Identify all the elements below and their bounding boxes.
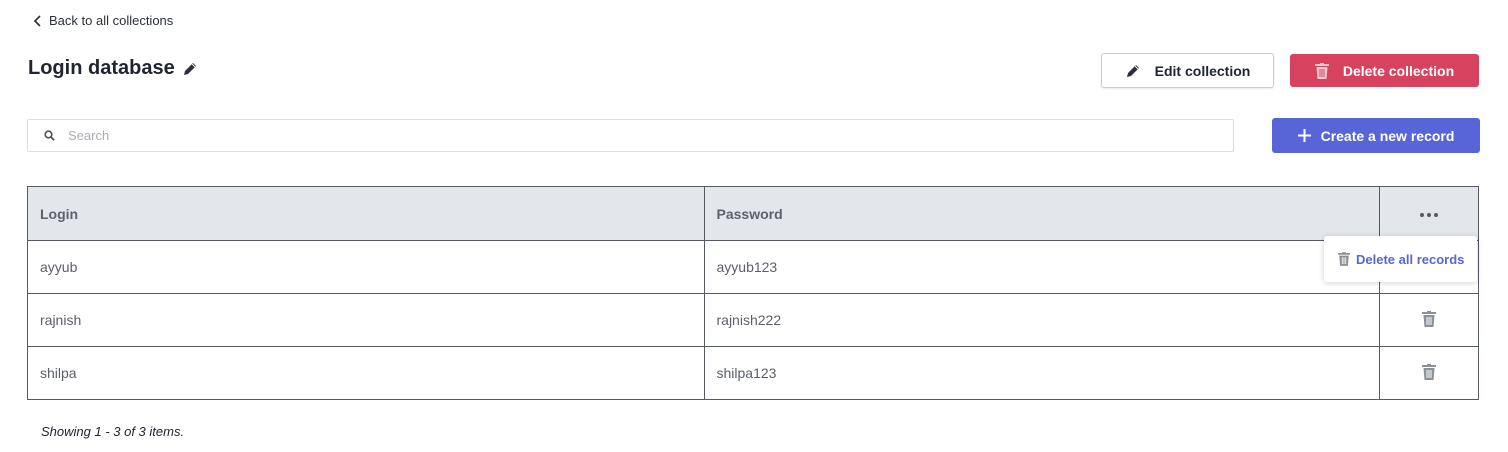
records-table: Login Password ayyub ayyub123 rajnish ra…	[27, 186, 1479, 400]
back-link-label: Back to all collections	[49, 13, 174, 28]
table-row[interactable]: ayyub ayyub123	[27, 240, 1479, 294]
delete-collection-button[interactable]: Delete collection	[1290, 54, 1479, 87]
cell-password: rajnish222	[703, 293, 1381, 347]
plus-icon	[1297, 129, 1311, 142]
cell-actions	[1379, 346, 1479, 400]
title-row: Login database	[28, 57, 198, 80]
cell-login: shilpa	[27, 346, 705, 400]
delete-collection-label: Delete collection	[1342, 62, 1455, 79]
trash-icon	[1314, 62, 1329, 79]
search-input[interactable]	[68, 120, 1233, 151]
pagination-status: Showing 1 - 3 of 3 items.	[41, 424, 185, 439]
search-icon	[44, 130, 55, 141]
chevron-left-icon	[33, 14, 41, 27]
trash-icon	[1338, 252, 1350, 266]
trash-icon[interactable]	[1422, 310, 1437, 327]
edit-collection-label: Edit collection	[1154, 62, 1251, 79]
page-title: Login database	[28, 57, 175, 79]
cell-password: shilpa123	[703, 346, 1381, 400]
cell-login: ayyub	[27, 240, 705, 294]
table-row[interactable]: shilpa shilpa123	[27, 346, 1479, 400]
back-link[interactable]: Back to all collections	[33, 13, 173, 28]
pencil-icon[interactable]	[182, 61, 198, 77]
table-header-row: Login Password	[27, 186, 1479, 241]
delete-all-records-menu-item[interactable]: Delete all records	[1324, 236, 1477, 282]
column-header-login[interactable]: Login	[27, 186, 705, 241]
delete-all-records-label: Delete all records	[1356, 251, 1465, 267]
cell-login: rajnish	[27, 293, 705, 347]
page: Back to all collections Login database E…	[0, 0, 1508, 452]
more-horizontal-icon[interactable]	[1420, 212, 1439, 217]
pencil-icon	[1126, 64, 1139, 77]
table-row[interactable]: rajnish rajnish222	[27, 293, 1479, 347]
column-header-password[interactable]: Password	[703, 186, 1381, 241]
cell-actions	[1379, 293, 1479, 347]
trash-icon[interactable]	[1422, 363, 1437, 380]
search-box	[27, 119, 1234, 152]
cell-password: ayyub123	[703, 240, 1381, 294]
column-header-actions	[1379, 186, 1479, 241]
edit-collection-button[interactable]: Edit collection	[1101, 53, 1274, 88]
create-record-label: Create a new record	[1320, 127, 1455, 144]
create-record-button[interactable]: Create a new record	[1272, 118, 1480, 153]
